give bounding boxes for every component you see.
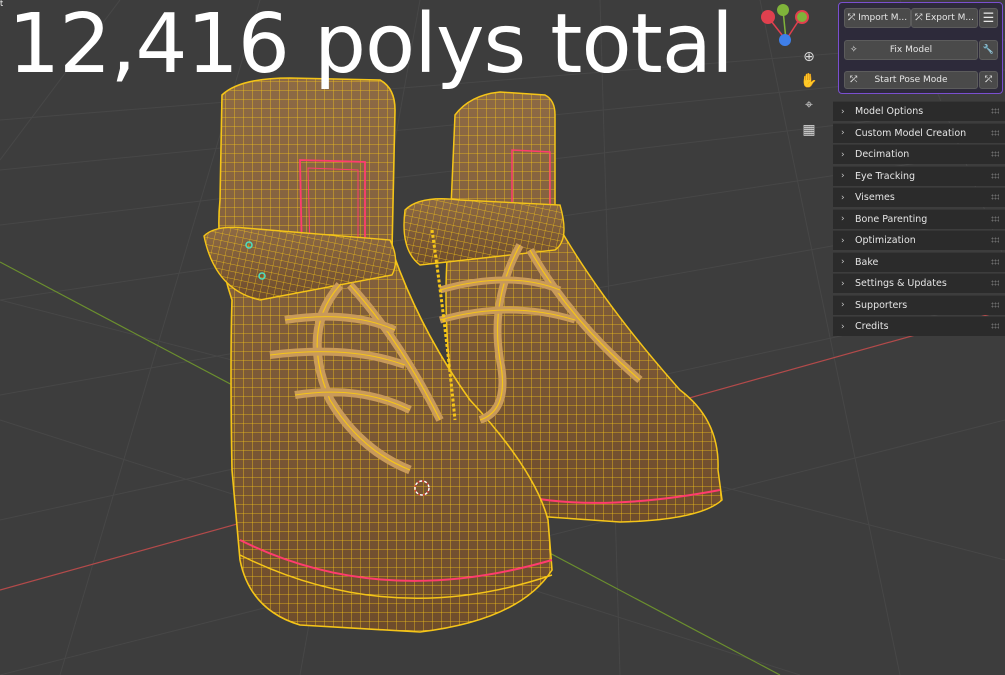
- section-label: Settings & Updates: [855, 278, 947, 289]
- section-label: Decimation: [855, 149, 910, 160]
- panel-section-decimation[interactable]: › Decimation: [833, 144, 1005, 164]
- section-label: Eye Tracking: [855, 170, 916, 182]
- start-pose-mode-button[interactable]: ⤱ Start Pose Mode: [844, 71, 978, 89]
- chevron-right-icon: ›: [841, 128, 845, 138]
- chevron-right-icon: ›: [841, 278, 845, 289]
- gizmo-y-ball[interactable]: [777, 4, 789, 16]
- corner-mark: t: [0, 0, 4, 8]
- fix-model-button[interactable]: ✧ Fix Model: [844, 40, 978, 60]
- chevron-right-icon: ›: [841, 257, 845, 267]
- zoom-icon[interactable]: ⊕: [798, 46, 820, 68]
- wrench-icon[interactable]: 🔧: [979, 40, 998, 60]
- section-label: Credits: [855, 321, 889, 332]
- drag-grip-icon[interactable]: [991, 258, 999, 265]
- chevron-right-icon: ›: [841, 192, 845, 203]
- drag-grip-icon[interactable]: [991, 172, 999, 179]
- chevron-right-icon: ›: [841, 300, 845, 310]
- panel-section-custom-model-creation[interactable]: › Custom Model Creation: [833, 122, 1005, 143]
- section-label: Custom Model Creation: [855, 127, 967, 139]
- panel-section-bone-parenting[interactable]: › Bone Parenting: [833, 208, 1005, 229]
- export-model-button[interactable]: ⤱ Export M...: [911, 8, 978, 28]
- main-actions-box: ⤱ Import M... ⤱ Export M... ☰ ✧ Fix Model 🔧…: [838, 2, 1003, 94]
- panel-section-eye-tracking[interactable]: › Eye Tracking: [833, 165, 1005, 186]
- drag-grip-icon[interactable]: [991, 280, 999, 286]
- import-icon: ⤱: [847, 13, 856, 23]
- drag-grip-icon[interactable]: [991, 108, 999, 114]
- export-icon: ⤱: [915, 13, 923, 23]
- pose-icon: ⤱: [850, 75, 858, 85]
- grid-icon[interactable]: ▦: [798, 119, 820, 141]
- gizmo-x-ball[interactable]: [761, 10, 775, 24]
- section-label: Model Options: [855, 106, 924, 117]
- hand-pan-icon[interactable]: ✋: [798, 70, 820, 92]
- chevron-right-icon: ›: [841, 321, 845, 332]
- drag-grip-icon[interactable]: [991, 129, 999, 136]
- pose-label: Start Pose Mode: [874, 75, 948, 85]
- menu-icon[interactable]: ☰: [979, 8, 998, 28]
- section-label: Bake: [855, 256, 879, 268]
- section-label: Visemes: [855, 192, 895, 203]
- panel-section-credits[interactable]: › Credits: [833, 316, 1005, 336]
- section-label: Optimization: [855, 235, 916, 246]
- section-label: Bone Parenting: [855, 213, 928, 225]
- drag-grip-icon[interactable]: [991, 194, 999, 200]
- gizmo-z-ball[interactable]: [779, 34, 791, 46]
- gizmo-x-neg-ball[interactable]: [795, 10, 809, 24]
- panel-section-bake[interactable]: › Bake: [833, 251, 1005, 272]
- fix-icon: ✧: [850, 45, 858, 55]
- import-label: Import M...: [858, 13, 908, 23]
- panel-section-model-options[interactable]: › Model Options: [833, 101, 1005, 121]
- drag-grip-icon[interactable]: [991, 237, 999, 243]
- panel-section-visemes[interactable]: › Visemes: [833, 187, 1005, 207]
- fix-model-label: Fix Model: [889, 45, 933, 55]
- chevron-right-icon: ›: [841, 106, 845, 117]
- drag-grip-icon[interactable]: [991, 301, 999, 308]
- camera-icon[interactable]: ⌖: [798, 94, 820, 116]
- panel-section-supporters[interactable]: › Supporters: [833, 294, 1005, 315]
- chevron-right-icon: ›: [841, 235, 845, 246]
- drag-grip-icon[interactable]: [991, 323, 999, 329]
- navigation-gizmo[interactable]: [755, 2, 815, 52]
- poly-count-overlay: 12,416 polys total: [8, 0, 734, 92]
- chevron-right-icon: ›: [841, 171, 845, 181]
- export-label: Export M...: [925, 13, 974, 23]
- drag-grip-icon[interactable]: [991, 215, 999, 222]
- import-model-button[interactable]: ⤱ Import M...: [844, 8, 911, 28]
- panel-section-optimization[interactable]: › Optimization: [833, 230, 1005, 250]
- drag-grip-icon[interactable]: [991, 151, 999, 157]
- pose-settings-icon[interactable]: ⤱: [979, 71, 998, 89]
- chevron-right-icon: ›: [841, 214, 845, 224]
- chevron-right-icon: ›: [841, 149, 845, 160]
- panel-section-settings-updates[interactable]: › Settings & Updates: [833, 273, 1005, 293]
- section-label: Supporters: [855, 299, 908, 311]
